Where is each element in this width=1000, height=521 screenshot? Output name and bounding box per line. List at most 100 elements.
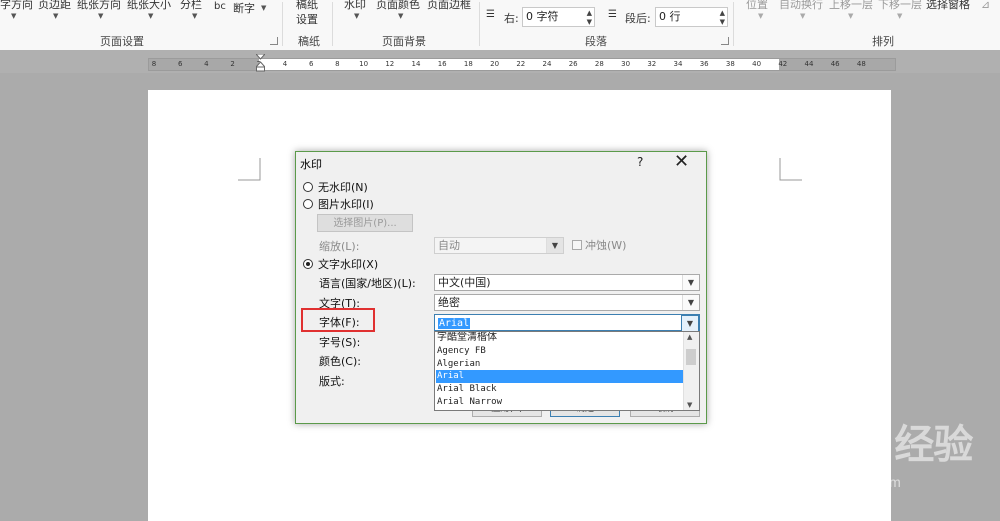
ruler-number: 22 [516, 60, 526, 68]
ruler-number: 32 [647, 60, 657, 68]
font-label: 字体(F): [319, 316, 360, 329]
ribbon: 字方向 页边距 纸张方向 纸张大小 分栏 ▼ ▼ ▼ ▼ ▼ bc 断字 ▼ 页… [0, 0, 1000, 51]
ribbon-columns-button[interactable]: 分栏 [180, 0, 202, 12]
text-value: 绝密 [438, 296, 460, 309]
dialog-launcher-icon[interactable] [270, 37, 278, 45]
font-option[interactable]: 字酷堂清楷体 [436, 332, 685, 345]
radio-text-watermark[interactable] [303, 259, 313, 269]
indent-marker-icon[interactable] [256, 54, 265, 72]
scrollbar-thumb[interactable] [686, 349, 696, 365]
ruler-number: 8 [335, 60, 340, 68]
ruler-number: 30 [621, 60, 631, 68]
ruler-number: 6 [177, 60, 183, 68]
chevron-down-icon: ▼ [11, 12, 17, 20]
chevron-down-icon: ▼ [682, 295, 699, 310]
chevron-down-icon: ▼ [800, 12, 806, 20]
ruler-number: 48 [856, 60, 866, 68]
crop-mark-top-right [779, 158, 802, 181]
ruler-number: 14 [411, 60, 421, 68]
washout-checkbox[interactable] [572, 240, 582, 250]
font-dropdown-list[interactable]: 字酷堂清楷体 Agency FB Algerian Arial Arial Bl… [434, 331, 700, 411]
align-icon: ⊿ [981, 0, 991, 11]
help-icon[interactable]: ? [637, 155, 643, 169]
chevron-down-icon: ▼ [758, 12, 764, 20]
spin-up-icon[interactable]: ▲ [720, 9, 725, 17]
chevron-down-icon: ▼ [261, 4, 267, 12]
ruler-number: 2 [230, 60, 235, 68]
ribbon-position-button[interactable]: 位置 [746, 0, 768, 12]
group-label-manuscript: 稿纸 [298, 35, 320, 48]
font-option[interactable]: Agency FB [436, 345, 685, 358]
ruler-number: 34 [673, 60, 683, 68]
scale-combo[interactable]: 自动 ▼ [434, 237, 564, 254]
ruler-number: 4 [282, 60, 288, 68]
text-combo[interactable]: 绝密 ▼ [434, 294, 700, 311]
spin-down-icon[interactable]: ▼ [720, 18, 725, 26]
color-label: 颜色(C): [319, 355, 361, 368]
dialog-launcher-icon[interactable] [721, 37, 729, 45]
ruler-number: 42 [778, 60, 788, 68]
spacing-after-icon: ☰ [608, 9, 617, 20]
watermark-logo-text: Bai du 经验 [768, 423, 973, 467]
baidu-jingyan-watermark: Bai du 经验 jingyan.baidu.com [768, 412, 973, 490]
ruler-number: 18 [463, 60, 473, 68]
font-option[interactable]: Arial Black [436, 383, 685, 396]
indent-right-label: 右: [504, 12, 519, 25]
spin-up-icon[interactable]: ▲ [587, 9, 592, 17]
ribbon-watermark-button[interactable]: 水印 [344, 0, 366, 12]
chevron-down-icon[interactable]: ▼ [681, 315, 699, 332]
ruler-number: 20 [490, 60, 500, 68]
chevron-down-icon: ▼ [192, 12, 198, 20]
group-label-page-background: 页面背景 [382, 35, 426, 48]
scale-value: 自动 [438, 239, 460, 252]
dialog-title: 水印 [300, 158, 322, 171]
select-picture-button[interactable]: 选择图片(P)... [317, 214, 413, 232]
ribbon-orientation-button[interactable]: 纸张方向 [77, 0, 121, 12]
ruler-number: 8 [151, 60, 157, 68]
font-value: Arial [438, 318, 471, 329]
ruler-number: 26 [568, 60, 578, 68]
group-label-arrange: 排列 [872, 35, 894, 48]
washout-label: 冲蚀(W) [585, 239, 627, 252]
group-separator [332, 2, 333, 46]
ruler-number: 40 [752, 60, 762, 68]
group-separator [282, 2, 283, 46]
radio-picture-watermark[interactable] [303, 199, 313, 209]
ribbon-page-borders-button[interactable]: 页面边框 [427, 0, 471, 12]
spacing-after-spinner[interactable]: 0 行 ▲ ▼ [655, 7, 728, 27]
ribbon-text-direction-button[interactable]: 字方向 [0, 0, 33, 12]
group-label-paragraph: 段落 [585, 35, 607, 48]
ribbon-margins-button[interactable]: 页边距 [38, 0, 71, 12]
ruler-number: 12 [385, 60, 395, 68]
ruler-number: 16 [437, 60, 447, 68]
font-combo[interactable]: Arial ▼ [434, 314, 700, 332]
close-icon[interactable]: ✕ [674, 152, 689, 172]
scroll-up-icon[interactable]: ▲ [687, 333, 692, 341]
indent-right-spinner[interactable]: 0 字符 ▲ ▼ [522, 7, 595, 27]
size-label: 字号(S): [319, 336, 361, 349]
ribbon-wrap-text-button[interactable]: 自动换行 [779, 0, 823, 12]
chevron-down-icon: ▼ [546, 238, 563, 253]
scroll-down-icon[interactable]: ▼ [687, 401, 692, 409]
font-option[interactable]: Algerian [436, 358, 685, 371]
layout-label: 版式: [319, 375, 345, 388]
language-value: 中文(中国) [438, 276, 491, 289]
font-option[interactable]: Arial Narrow [436, 396, 685, 409]
dropdown-scrollbar[interactable]: ▲ ▼ [683, 332, 699, 410]
ribbon-send-backward-button[interactable]: 下移一层 [878, 0, 922, 12]
watermark-dialog: 水印 ? ✕ 无水印(N) 图片水印(I) 选择图片(P)... 缩放(L): … [295, 151, 707, 424]
chevron-down-icon: ▼ [848, 12, 854, 20]
language-combo[interactable]: 中文(中国) ▼ [434, 274, 700, 291]
ribbon-page-color-button[interactable]: 页面颜色 [376, 0, 420, 12]
ruler-number: 28 [594, 60, 604, 68]
font-option-selected[interactable]: Arial [436, 370, 685, 384]
radio-no-watermark[interactable] [303, 182, 313, 192]
ribbon-size-button[interactable]: 纸张大小 [127, 0, 171, 12]
spin-down-icon[interactable]: ▼ [587, 18, 592, 26]
chevron-down-icon: ▼ [148, 12, 154, 20]
ribbon-hyphenation-button[interactable]: 断字 [233, 0, 255, 16]
group-label-page-setup: 页面设置 [100, 35, 144, 48]
ribbon-selection-pane-button[interactable]: 选择窗格 [926, 0, 970, 12]
indent-right-value: 0 字符 [526, 10, 559, 23]
ribbon-bring-forward-button[interactable]: 上移一层 [829, 0, 873, 12]
